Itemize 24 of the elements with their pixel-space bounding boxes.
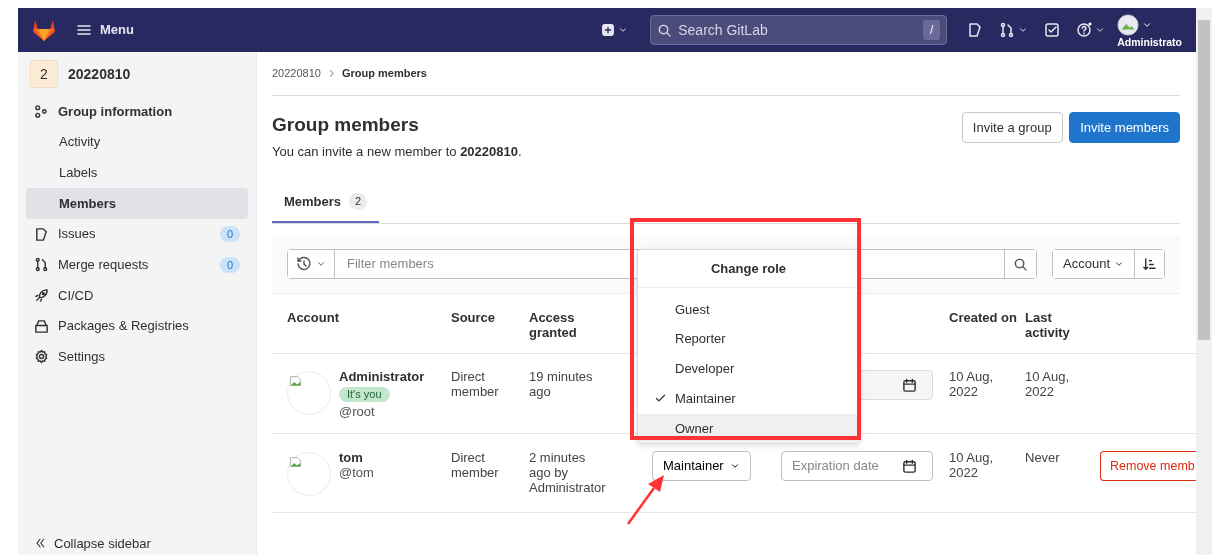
column-header: Source xyxy=(451,310,497,325)
table-cell-text: 19 minutes ago xyxy=(529,369,594,399)
you-badge: It's you xyxy=(339,387,390,402)
count-badge: 2 xyxy=(349,193,368,210)
column-header: Account xyxy=(287,310,340,325)
member-username: @root xyxy=(339,403,376,419)
column-header: Access granted xyxy=(529,310,578,340)
count-badge: 0 xyxy=(219,256,240,274)
column-header: Last activity xyxy=(1025,310,1071,340)
page-title: Group members xyxy=(272,113,420,137)
table-cell-text: Never xyxy=(1025,450,1061,467)
group-avatar: 2 xyxy=(30,60,58,88)
group-name: 20220810 xyxy=(68,64,131,84)
table-cell-text: 2 minutes ago by xyxy=(529,450,587,480)
table-cell-text: 10 Aug, 2022 xyxy=(949,450,995,482)
table-cell-text: 10 Aug, 2022 xyxy=(949,369,995,401)
page-subtitle: You can invite a new member to 20220810. xyxy=(272,143,522,161)
member-username: @tom xyxy=(339,465,374,480)
count-badge: 0 xyxy=(219,225,240,243)
column-header: Created on xyxy=(949,310,1018,325)
table-cell-text: 10 Aug, 2022 xyxy=(1025,369,1071,401)
shortcut-key: / xyxy=(922,20,941,40)
table-cell-text: Direct member xyxy=(451,450,500,482)
table-cell-text: Direct member xyxy=(451,369,500,401)
